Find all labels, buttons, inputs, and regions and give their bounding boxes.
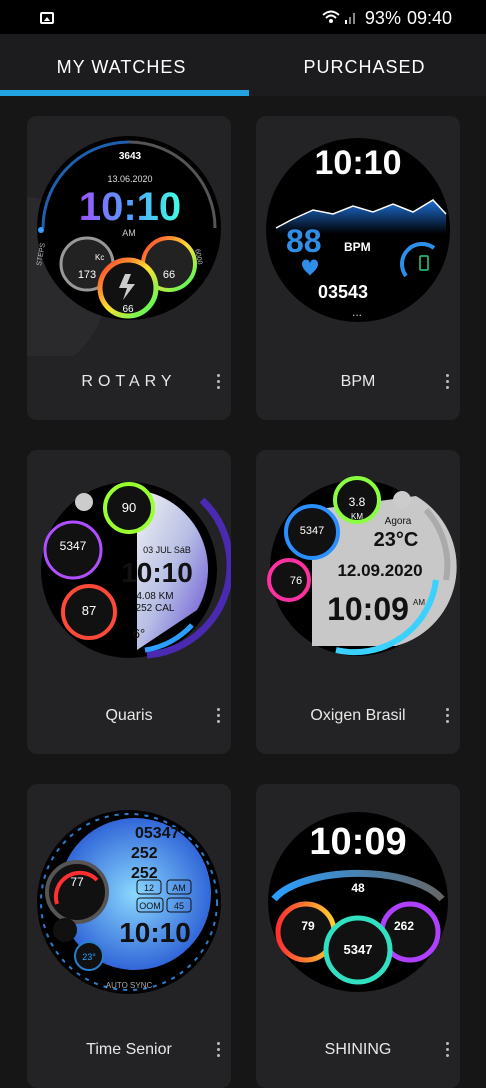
more-options-icon[interactable]: [446, 374, 450, 392]
svg-text:252 CAL: 252 CAL: [136, 603, 175, 614]
clock: 09:40: [406, 8, 452, 28]
gallery-notification-icon: [40, 12, 54, 24]
face-time: 10:10: [315, 144, 402, 182]
svg-text:66: 66: [163, 269, 175, 281]
wifi-signal-icon: [321, 9, 359, 28]
face-date: 12.09.2020: [337, 561, 422, 580]
svg-text:5347: 5347: [344, 942, 373, 957]
watch-card-shining[interactable]: 10:09 48 79 262 5347 SHINING: [256, 784, 460, 1088]
face-bpm: 88: [286, 223, 322, 259]
svg-text:66: 66: [122, 304, 134, 315]
svg-text:Agora: Agora: [385, 516, 412, 527]
watch-face-shining: 10:09 48 79 262 5347: [268, 812, 448, 992]
svg-text:12: 12: [144, 883, 154, 893]
svg-text:5347: 5347: [60, 539, 87, 553]
watch-face-bpm: 10:10 88 BPM 03543 ...: [266, 138, 450, 322]
svg-text:AM: AM: [413, 598, 425, 607]
watch-name: SHINING: [324, 1041, 392, 1058]
tab-bar: MY WATCHES PURCHASED: [0, 34, 486, 96]
active-tab-indicator: [0, 90, 249, 96]
watch-face-rotary: 3643 13.06.2020 10:10 AM STEPS 6000 Kc 1…: [27, 136, 221, 356]
svg-text:79: 79: [301, 919, 315, 933]
face-time: 10:09: [309, 821, 406, 863]
svg-text:262: 262: [394, 919, 414, 933]
face-time: 10:09: [327, 591, 409, 627]
svg-text:76: 76: [290, 575, 302, 587]
tab-purchased[interactable]: PURCHASED: [243, 34, 486, 96]
svg-text:BPM: BPM: [344, 240, 371, 254]
more-options-icon[interactable]: [217, 708, 221, 726]
watch-card-rotary[interactable]: 3643 13.06.2020 10:10 AM STEPS 6000 Kc 1…: [27, 116, 231, 420]
svg-text:5347: 5347: [300, 525, 324, 537]
svg-text:KM: KM: [351, 512, 363, 521]
tab-my-watches[interactable]: MY WATCHES: [0, 34, 243, 96]
watch-name: Time Senior: [86, 1041, 172, 1058]
face-time: 10:10: [79, 185, 181, 229]
watch-face-quaris: 90 5347 87 03 JUL SáB 10:10 4.08 KM 252 …: [41, 482, 231, 659]
svg-text:252: 252: [131, 865, 158, 882]
watch-name: Quaris: [105, 707, 153, 724]
svg-text:...: ...: [352, 305, 362, 319]
watch-card-quaris[interactable]: 90 5347 87 03 JUL SáB 10:10 4.08 KM 252 …: [27, 450, 231, 754]
svg-text:AM: AM: [172, 883, 186, 893]
more-options-icon[interactable]: [446, 1042, 450, 1060]
face-date: 13.06.2020: [107, 174, 152, 184]
face-time: 10:10: [121, 557, 193, 588]
svg-text:3.8: 3.8: [349, 495, 366, 509]
watch-face-oxigen-brasil: 3.8 KM 5347 76 Agora 23°C 12.09.2020 10:…: [267, 476, 457, 656]
svg-text:77: 77: [70, 875, 84, 889]
status-bar: 93% 09:40: [0, 0, 486, 34]
watch-name: BPM: [340, 373, 376, 390]
watch-card-time-senior[interactable]: 77 05347 252 252 12 AM OOM 45 10:10 23° …: [27, 784, 231, 1088]
svg-text:05347: 05347: [135, 825, 180, 842]
face-top-number: 3643: [119, 151, 142, 162]
svg-text:48: 48: [351, 881, 365, 895]
face-time: 10:10: [119, 917, 191, 948]
svg-text:23°C: 23°C: [374, 529, 419, 551]
svg-text:90: 90: [122, 500, 136, 515]
svg-text:23°: 23°: [82, 952, 96, 962]
svg-text:87: 87: [82, 603, 96, 618]
svg-text:Kc: Kc: [95, 253, 104, 262]
watch-card-oxigen-brasil[interactable]: 3.8 KM 5347 76 Agora 23°C 12.09.2020 10:…: [256, 450, 460, 754]
svg-text:03 JUL SáB: 03 JUL SáB: [143, 545, 191, 555]
watch-name: ROTARY: [81, 373, 177, 390]
watch-name: Oxigen Brasil: [310, 707, 406, 724]
more-options-icon[interactable]: [217, 374, 221, 392]
more-options-icon[interactable]: [446, 708, 450, 726]
svg-text:OOM: OOM: [139, 901, 161, 911]
svg-text:252: 252: [131, 845, 158, 862]
face-ampm: AM: [122, 228, 136, 238]
svg-text:173: 173: [78, 269, 96, 281]
watch-card-bpm[interactable]: 10:10 88 BPM 03543 ... BPM: [256, 116, 460, 420]
watch-face-time-senior: 77 05347 252 252 12 AM OOM 45 10:10 23° …: [37, 810, 221, 994]
svg-text:AUTO SYNC: AUTO SYNC: [106, 981, 153, 990]
svg-text:6°: 6°: [133, 626, 145, 641]
more-options-icon[interactable]: [217, 1042, 221, 1060]
svg-text:4.08 KM: 4.08 KM: [136, 591, 173, 602]
face-steps: 03543: [318, 282, 368, 302]
battery-level: 93%: [364, 8, 401, 28]
svg-text:45: 45: [174, 901, 184, 911]
